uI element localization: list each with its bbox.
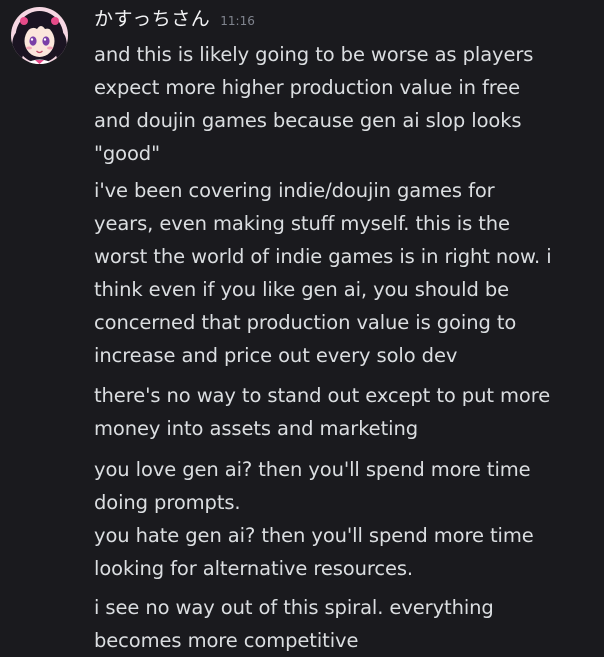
username[interactable]: かすっちさん (94, 4, 210, 31)
message-text: you love gen ai? then you'll spend more … (94, 458, 531, 514)
user-avatar[interactable] (11, 7, 68, 64)
message-header: かすっちさん 11:16 (94, 4, 596, 36)
message-text: i've been covering indie/doujin games fo… (94, 179, 552, 367)
chat-message-group: かすっちさん 11:16 and this is likely going to… (0, 0, 604, 657)
message-text: i see no way out of this spiral. everyth… (94, 596, 494, 652)
message-content: かすっちさん 11:16 and this is likely going to… (94, 4, 596, 657)
message-text: there's no way to stand out except to pu… (94, 384, 551, 440)
message-text: and this is likely going to be worse as … (94, 43, 534, 165)
message-text: you hate gen ai? then you'll spend more … (94, 524, 534, 580)
anime-girl-avatar-icon (11, 7, 68, 64)
timestamp[interactable]: 11:16 (220, 14, 255, 28)
